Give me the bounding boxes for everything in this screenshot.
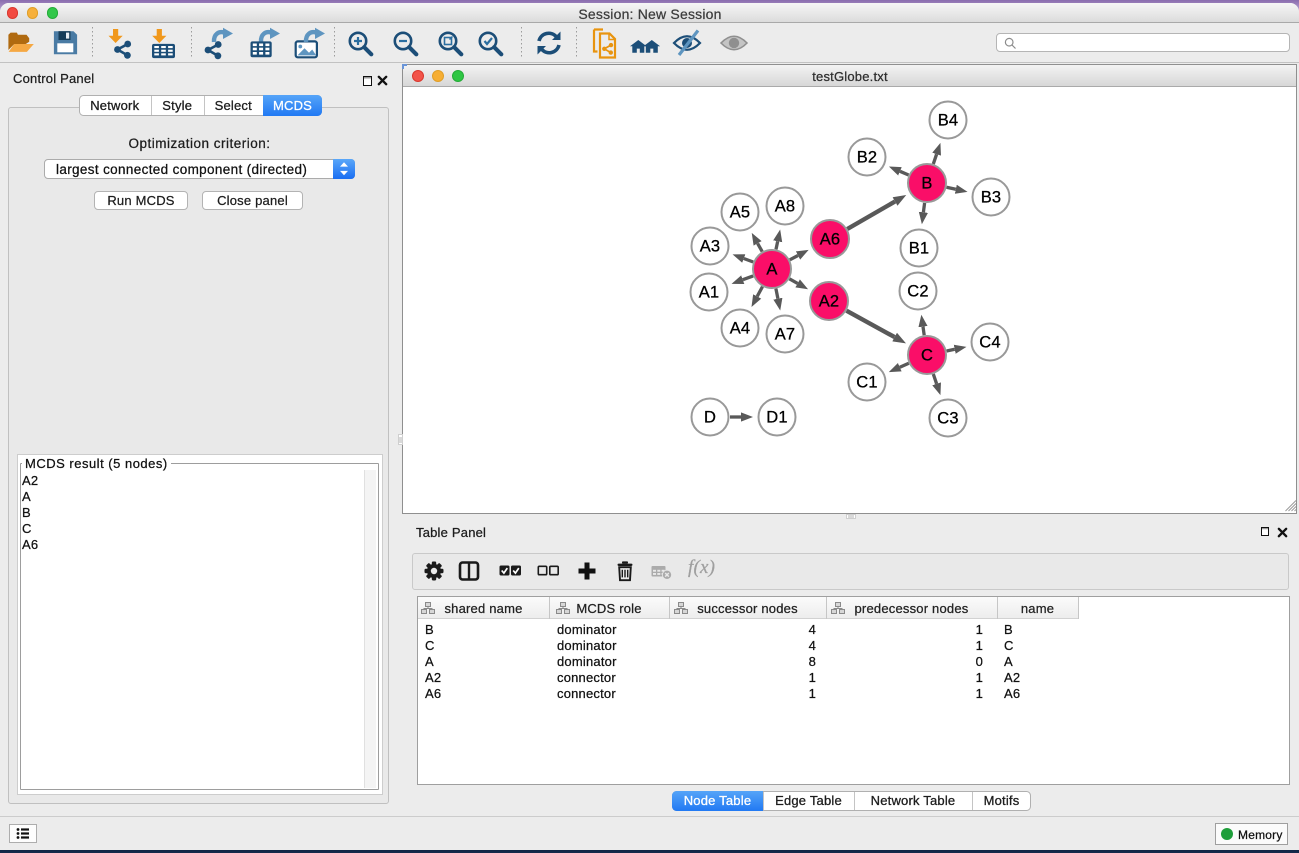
svg-text:B1: B1 xyxy=(909,240,930,258)
svg-text:C4: C4 xyxy=(979,334,1001,352)
svg-text:C: C xyxy=(921,347,933,365)
svg-text:A2: A2 xyxy=(819,293,840,311)
svg-text:A6: A6 xyxy=(820,231,841,249)
svg-text:C3: C3 xyxy=(937,410,959,428)
svg-text:B2: B2 xyxy=(857,149,878,167)
svg-text:A3: A3 xyxy=(700,238,721,256)
svg-text:D1: D1 xyxy=(766,409,788,427)
svg-text:A4: A4 xyxy=(730,320,751,338)
svg-text:B: B xyxy=(921,175,932,193)
svg-text:A5: A5 xyxy=(730,204,751,222)
svg-text:C2: C2 xyxy=(907,283,929,301)
svg-text:A1: A1 xyxy=(699,284,720,302)
svg-text:A7: A7 xyxy=(775,326,796,344)
svg-text:B3: B3 xyxy=(981,189,1002,207)
svg-text:B4: B4 xyxy=(938,112,959,130)
svg-text:A8: A8 xyxy=(775,198,796,216)
svg-text:C1: C1 xyxy=(856,374,878,392)
svg-text:A: A xyxy=(766,261,777,279)
svg-text:D: D xyxy=(704,409,716,427)
